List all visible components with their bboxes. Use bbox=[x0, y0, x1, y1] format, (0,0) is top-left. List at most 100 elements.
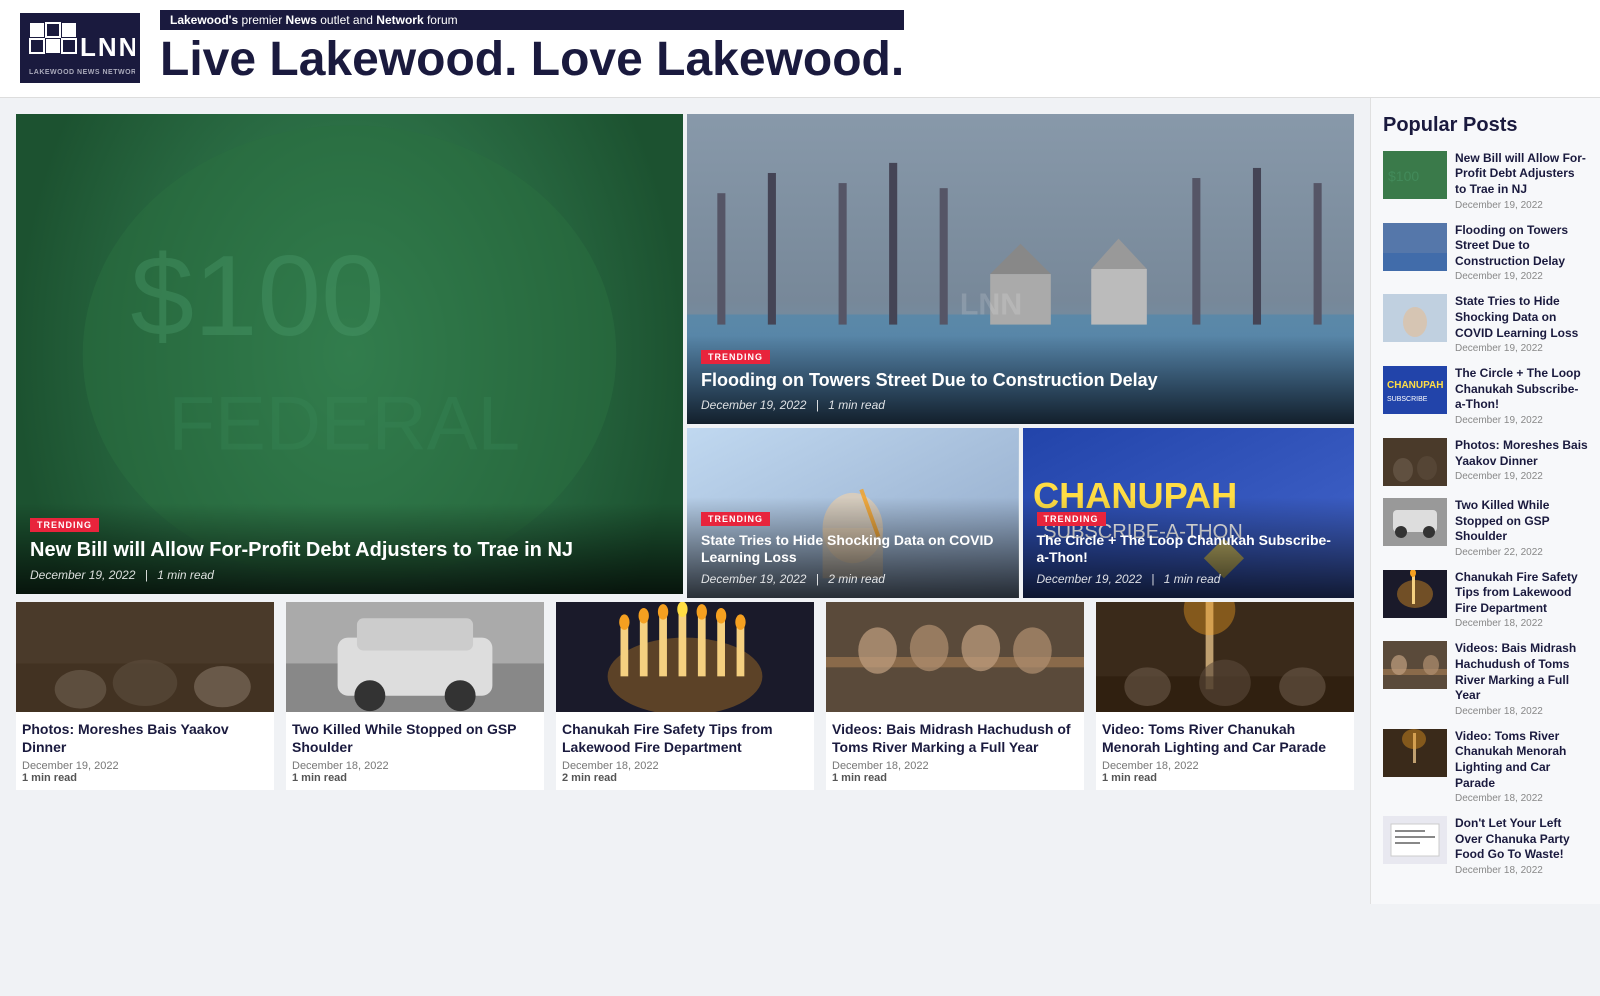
svg-text:$100: $100 bbox=[130, 232, 384, 360]
sidebar-item-date-8: December 18, 2022 bbox=[1455, 793, 1588, 804]
trending-badge-3: TRENDING bbox=[701, 512, 770, 526]
state-tries-title: State Tries to Hide Shocking Data on COV… bbox=[701, 532, 1005, 566]
sidebar-item-title-3: The Circle + The Loop Chanukah Subscribe… bbox=[1455, 366, 1588, 413]
page-wrapper: $100 FEDERAL TRENDING New Bill will Allo… bbox=[0, 98, 1600, 904]
toms-image bbox=[1096, 602, 1354, 712]
tagline-text: Lakewood's premier News outlet and Netwo… bbox=[170, 13, 458, 27]
featured-grid: $100 FEDERAL TRENDING New Bill will Allo… bbox=[16, 114, 1354, 598]
logo-area[interactable]: LNN LAKEWOOD NEWS NETWORK bbox=[20, 13, 140, 83]
sidebar-thumb-7 bbox=[1383, 641, 1447, 689]
circle-loop-meta: December 19, 2022 | 1 min read bbox=[1037, 572, 1341, 586]
bottom-card-1-read: 1 min read bbox=[292, 772, 538, 784]
car-image bbox=[286, 602, 544, 712]
sidebar-text-9: Don't Let Your Left Over Chanuka Party F… bbox=[1455, 816, 1588, 876]
sidebar-item-title-4: Photos: Moreshes Bais Yaakov Dinner bbox=[1455, 438, 1588, 469]
sidebar-item-title-9: Don't Let Your Left Over Chanuka Party F… bbox=[1455, 816, 1588, 863]
bottom-card-4[interactable]: Video: Toms River Chanukah Menorah Light… bbox=[1096, 602, 1354, 790]
sidebar-thumb-5 bbox=[1383, 498, 1447, 546]
menorah-image bbox=[556, 602, 814, 712]
bottom-card-0[interactable]: Photos: Moreshes Bais Yaakov Dinner Dece… bbox=[16, 602, 274, 790]
bottom-card-1-date: December 18, 2022 bbox=[292, 760, 538, 772]
sidebar-item-title-8: Video: Toms River Chanukah Menorah Light… bbox=[1455, 729, 1588, 791]
svg-text:LAKEWOOD NEWS NETWORK: LAKEWOOD NEWS NETWORK bbox=[29, 69, 135, 76]
sidebar-item-1[interactable]: Flooding on Towers Street Due to Constru… bbox=[1383, 223, 1588, 283]
sidebar-item-date-1: December 19, 2022 bbox=[1455, 271, 1588, 282]
circle-loop-title: The Circle + The Loop Chanukah Subscribe… bbox=[1037, 532, 1341, 566]
sidebar-item-title-5: Two Killed While Stopped on GSP Shoulder bbox=[1455, 498, 1588, 545]
sidebar-item-3[interactable]: CHANUPAH SUBSCRIBE The Circle + The Loop… bbox=[1383, 366, 1588, 426]
sidebar-item-0[interactable]: $100 New Bill will Allow For-Profit Debt… bbox=[1383, 151, 1588, 211]
sidebar-item-2[interactable]: State Tries to Hide Shocking Data on COV… bbox=[1383, 294, 1588, 354]
svg-text:$100: $100 bbox=[1388, 168, 1419, 184]
bottom-card-3-title: Videos: Bais Midrash Hachudush of Toms R… bbox=[832, 720, 1078, 756]
state-tries-overlay: TRENDING State Tries to Hide Shocking Da… bbox=[687, 497, 1019, 598]
featured-right-top-card[interactable]: LNN TRENDING Flooding on Towers Street D… bbox=[687, 114, 1354, 424]
featured-left-overlay: TRENDING New Bill will Allow For-Profit … bbox=[16, 503, 683, 594]
sidebar-item-5[interactable]: Two Killed While Stopped on GSP Shoulder… bbox=[1383, 498, 1588, 558]
bottom-card-0-read: 1 min read bbox=[22, 772, 268, 784]
state-tries-card[interactable]: TRENDING State Tries to Hide Shocking Da… bbox=[687, 428, 1019, 598]
sidebar-item-title-1: Flooding on Towers Street Due to Constru… bbox=[1455, 223, 1588, 270]
sidebar-item-4[interactable]: Photos: Moreshes Bais Yaakov Dinner Dece… bbox=[1383, 438, 1588, 486]
bottom-card-4-read: 1 min read bbox=[1102, 772, 1348, 784]
trending-badge-4: TRENDING bbox=[1037, 512, 1106, 526]
table-image bbox=[826, 602, 1084, 712]
sidebar-item-title-7: Videos: Bais Midrash Hachudush of Toms R… bbox=[1455, 641, 1588, 703]
featured-left-title: New Bill will Allow For-Profit Debt Adju… bbox=[30, 538, 669, 562]
bottom-card-1[interactable]: Two Killed While Stopped on GSP Shoulder… bbox=[286, 602, 544, 790]
bottom-card-2-content: Chanukah Fire Safety Tips from Lakewood … bbox=[556, 712, 814, 790]
svg-text:LNN: LNN bbox=[80, 32, 135, 62]
sidebar-text-0: New Bill will Allow For-Profit Debt Adju… bbox=[1455, 151, 1588, 211]
sidebar-thumb-3: CHANUPAH SUBSCRIBE bbox=[1383, 366, 1447, 414]
featured-right-col: LNN TRENDING Flooding on Towers Street D… bbox=[687, 114, 1354, 598]
sidebar-item-title-2: State Tries to Hide Shocking Data on COV… bbox=[1455, 294, 1588, 341]
sidebar-text-8: Video: Toms River Chanukah Menorah Light… bbox=[1455, 729, 1588, 804]
dinner-image bbox=[16, 602, 274, 712]
state-tries-meta: December 19, 2022 | 2 min read bbox=[701, 572, 1005, 586]
featured-right-top-title: Flooding on Towers Street Due to Constru… bbox=[701, 370, 1340, 392]
sidebar-item-9[interactable]: Don't Let Your Left Over Chanuka Party F… bbox=[1383, 816, 1588, 876]
sidebar-text-3: The Circle + The Loop Chanukah Subscribe… bbox=[1455, 366, 1588, 426]
sidebar-item-6[interactable]: Chanukah Fire Safety Tips from Lakewood … bbox=[1383, 570, 1588, 630]
bottom-card-2[interactable]: Chanukah Fire Safety Tips from Lakewood … bbox=[556, 602, 814, 790]
sidebar-thumb-2 bbox=[1383, 294, 1447, 342]
sidebar-item-title-6: Chanukah Fire Safety Tips from Lakewood … bbox=[1455, 570, 1588, 617]
sidebar-text-2: State Tries to Hide Shocking Data on COV… bbox=[1455, 294, 1588, 354]
bottom-card-4-title: Video: Toms River Chanukah Menorah Light… bbox=[1102, 720, 1348, 756]
sidebar-item-title-0: New Bill will Allow For-Profit Debt Adju… bbox=[1455, 151, 1588, 198]
sidebar-thumb-0: $100 bbox=[1383, 151, 1447, 199]
sidebar-item-8[interactable]: Video: Toms River Chanukah Menorah Light… bbox=[1383, 729, 1588, 804]
sidebar-thumb-8 bbox=[1383, 729, 1447, 777]
featured-right-top-overlay: TRENDING Flooding on Towers Street Due t… bbox=[687, 335, 1354, 424]
sidebar-text-7: Videos: Bais Midrash Hachudush of Toms R… bbox=[1455, 641, 1588, 716]
sidebar-item-date-9: December 18, 2022 bbox=[1455, 865, 1588, 876]
sidebar-text-4: Photos: Moreshes Bais Yaakov Dinner Dece… bbox=[1455, 438, 1588, 482]
featured-left-card[interactable]: $100 FEDERAL TRENDING New Bill will Allo… bbox=[16, 114, 683, 594]
sidebar-item-7[interactable]: Videos: Bais Midrash Hachudush of Toms R… bbox=[1383, 641, 1588, 716]
trending-badge: TRENDING bbox=[30, 518, 99, 532]
bottom-card-3[interactable]: Videos: Bais Midrash Hachudush of Toms R… bbox=[826, 602, 1084, 790]
site-logo[interactable]: LNN LAKEWOOD NEWS NETWORK bbox=[20, 13, 140, 83]
bottom-card-4-date: December 18, 2022 bbox=[1102, 760, 1348, 772]
circle-loop-card[interactable]: CHANUPAH SUBSCRIBE-A-THON TRENDING The C… bbox=[1023, 428, 1355, 598]
bottom-card-0-date: December 19, 2022 bbox=[22, 760, 268, 772]
sidebar-thumb-6 bbox=[1383, 570, 1447, 618]
bottom-card-0-content: Photos: Moreshes Bais Yaakov Dinner Dece… bbox=[16, 712, 274, 790]
bottom-card-1-title: Two Killed While Stopped on GSP Shoulder bbox=[292, 720, 538, 756]
bottom-card-0-title: Photos: Moreshes Bais Yaakov Dinner bbox=[22, 720, 268, 756]
bottom-card-4-content: Video: Toms River Chanukah Menorah Light… bbox=[1096, 712, 1354, 790]
sidebar-item-date-5: December 22, 2022 bbox=[1455, 547, 1588, 558]
sidebar-item-date-3: December 19, 2022 bbox=[1455, 415, 1588, 426]
header-branding: Lakewood's premier News outlet and Netwo… bbox=[160, 10, 904, 87]
sidebar-text-1: Flooding on Towers Street Due to Constru… bbox=[1455, 223, 1588, 283]
trending-badge-2: TRENDING bbox=[701, 350, 770, 364]
bottom-cards-row: Photos: Moreshes Bais Yaakov Dinner Dece… bbox=[16, 602, 1354, 790]
sidebar-item-date-7: December 18, 2022 bbox=[1455, 706, 1588, 717]
circle-loop-overlay: TRENDING The Circle + The Loop Chanukah … bbox=[1023, 497, 1355, 598]
sidebar: Popular Posts $100 New Bill will Allow F… bbox=[1370, 98, 1600, 904]
svg-text:LNN: LNN bbox=[960, 288, 1022, 321]
sidebar-item-date-2: December 19, 2022 bbox=[1455, 343, 1588, 354]
site-header: LNN LAKEWOOD NEWS NETWORK Lakewood's pre… bbox=[0, 0, 1600, 98]
sidebar-thumb-9 bbox=[1383, 816, 1447, 864]
sidebar-thumb-4 bbox=[1383, 438, 1447, 486]
